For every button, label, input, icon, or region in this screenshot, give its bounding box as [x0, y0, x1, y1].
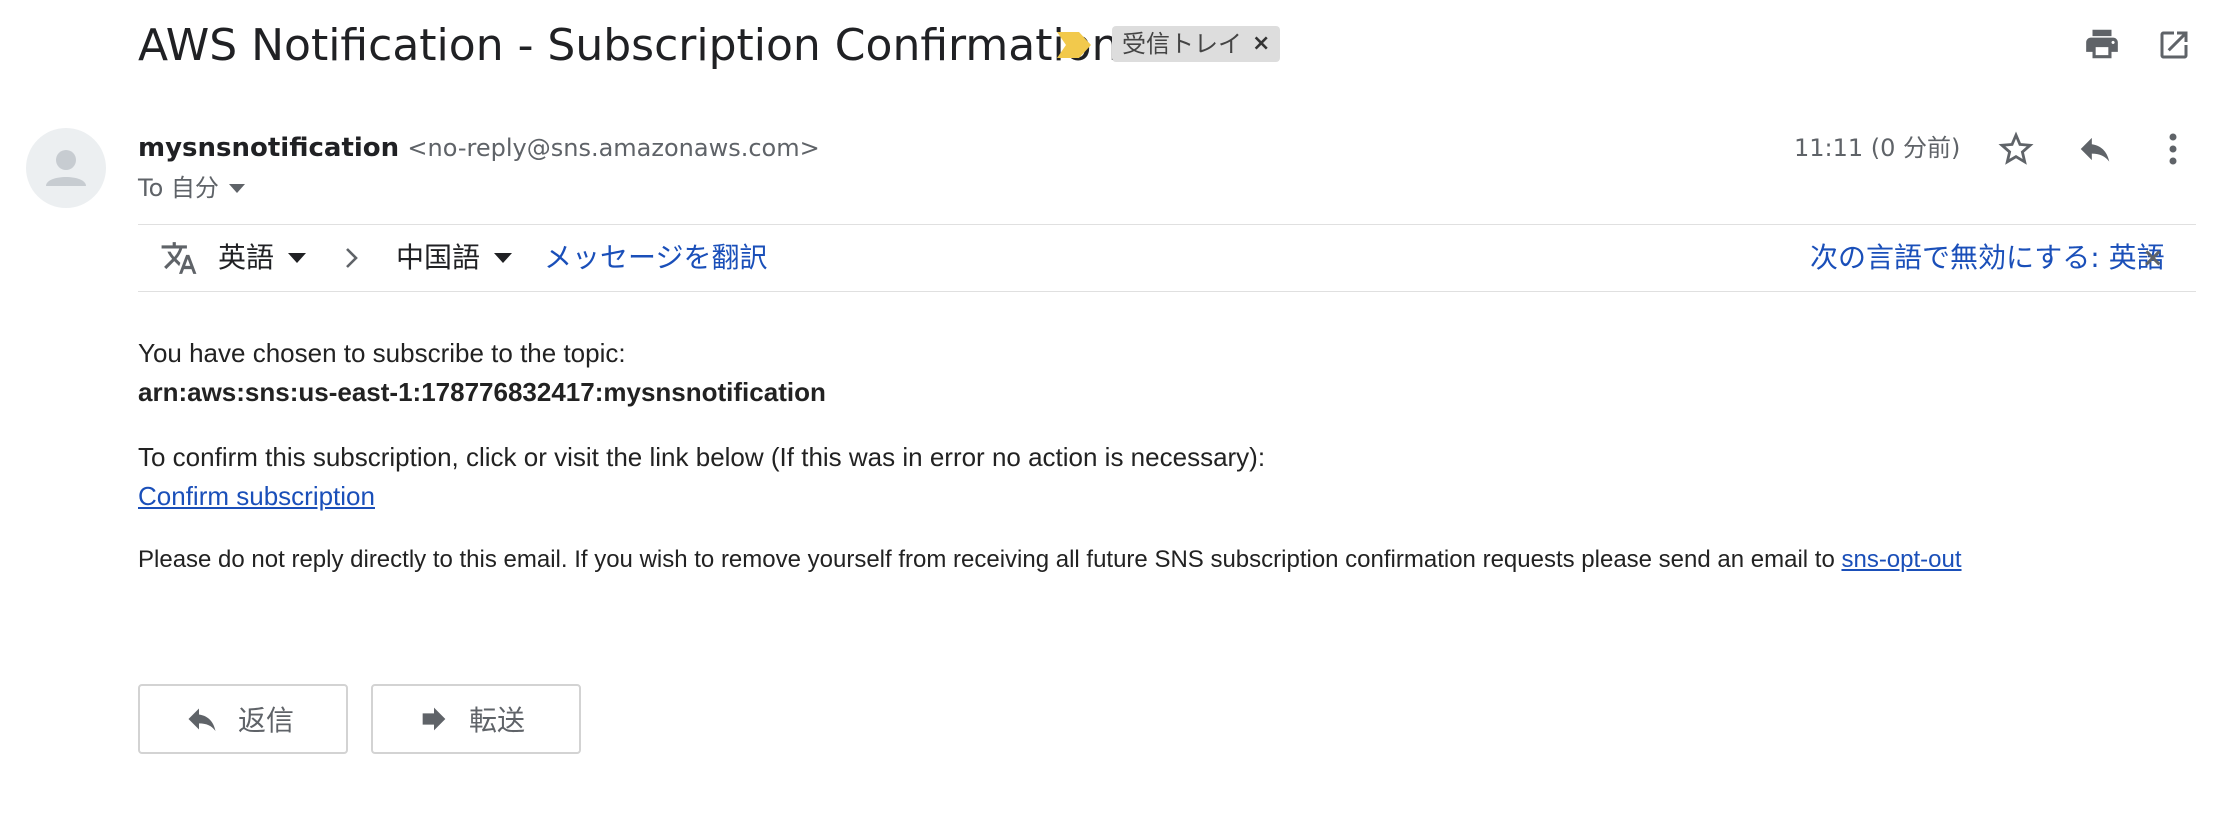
translate-bar: 英語 中国語 メッセージを翻訳 次の言語で無効にする: 英語 × [138, 224, 2196, 292]
chevron-right-icon [346, 248, 358, 268]
chevron-down-icon [494, 253, 513, 263]
sender-name[interactable]: mysnsnotification [138, 133, 399, 163]
reply-button[interactable]: 返信 [138, 684, 348, 754]
reply-button-label: 返信 [238, 704, 295, 737]
close-translate-bar-button[interactable]: × [2142, 245, 2164, 271]
popout-icon[interactable] [2156, 27, 2192, 63]
label-tag-icon[interactable] [1057, 32, 1091, 58]
reply-icon [188, 708, 216, 731]
target-language-select[interactable]: 中国語 [396, 225, 513, 291]
opt-out-link[interactable]: sns-opt-out [1841, 546, 1961, 573]
more-vert-icon[interactable] [2158, 128, 2188, 170]
chevron-down-icon [228, 183, 245, 193]
disable-translation-link[interactable]: 次の言語で無効にする: 英語 [1810, 225, 2165, 291]
source-language-label: 英語 [218, 241, 275, 274]
print-icon[interactable] [2083, 25, 2121, 63]
email-body: You have chosen to subscribe to the topi… [138, 334, 2188, 578]
source-language-select[interactable]: 英語 [218, 225, 307, 291]
recipient-label: To 自分 [138, 174, 219, 202]
recipient-toggle[interactable]: To 自分 [138, 170, 245, 206]
star-icon[interactable] [1995, 128, 2037, 170]
reply-icon[interactable] [2073, 130, 2117, 168]
translate-message-link[interactable]: メッセージを翻訳 [544, 225, 767, 291]
person-icon [46, 150, 86, 186]
sender-avatar [26, 128, 106, 208]
body-instruction: To confirm this subscription, click or v… [138, 442, 1266, 472]
body-intro: You have chosen to subscribe to the topi… [138, 338, 626, 368]
forward-button-label: 転送 [469, 704, 526, 737]
confirm-subscription-link[interactable]: Confirm subscription [138, 481, 375, 511]
email-subject: AWS Notification - Subscription Confirma… [138, 20, 1120, 71]
remove-label-button[interactable]: × [1252, 26, 1270, 62]
label-chip-inbox[interactable]: 受信トレイ × [1112, 26, 1281, 62]
label-chip-text: 受信トレイ [1122, 30, 1242, 58]
sender-email: <no-reply@sns.amazonaws.com> [407, 134, 820, 162]
target-language-label: 中国語 [396, 241, 481, 274]
forward-button[interactable]: 転送 [371, 684, 581, 754]
forward-icon [422, 707, 446, 731]
email-timestamp: 11:11 (0 分前) [1794, 134, 1961, 162]
topic-arn: arn:aws:sns:us-east-1:178776832417:mysns… [138, 377, 826, 407]
body-footer: Please do not reply directly to this ema… [138, 542, 2188, 578]
sender-line: mysnsnotification <no-reply@sns.amazonaw… [138, 130, 820, 166]
chevron-down-icon [288, 253, 307, 263]
footer-text: Please do not reply directly to this ema… [138, 546, 1842, 573]
translate-icon [161, 242, 197, 274]
